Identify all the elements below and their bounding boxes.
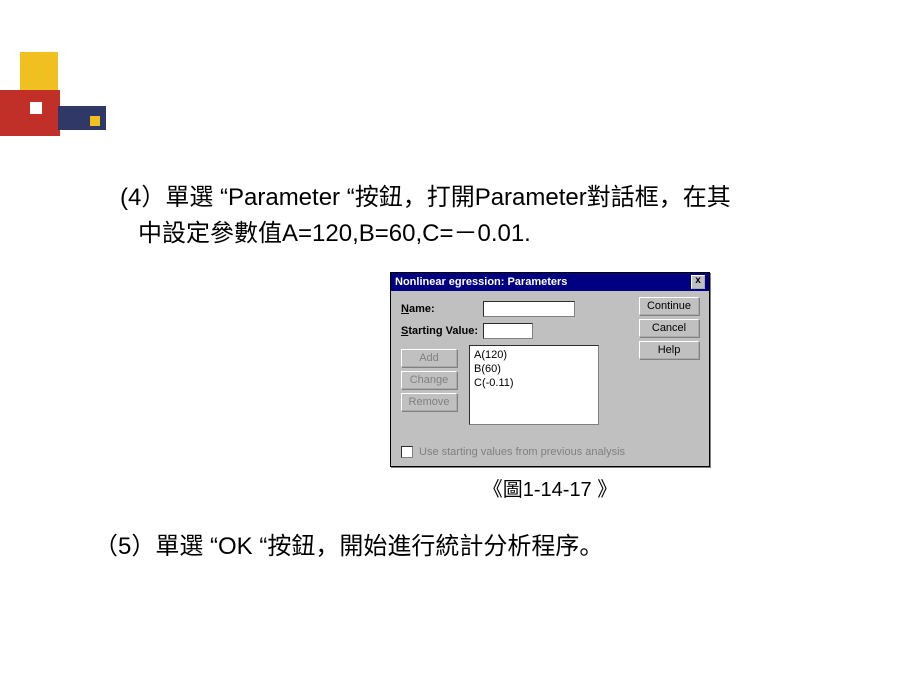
checkbox-icon[interactable] — [401, 446, 413, 458]
paragraph-4: (4）單選 “Parameter “按鈕，打開Parameter對話框，在其 中… — [120, 180, 900, 252]
figure-caption: 《圖1-14-17 》 — [200, 473, 900, 502]
close-icon[interactable]: x — [691, 275, 705, 289]
continue-button[interactable]: Continue — [639, 297, 699, 315]
help-button[interactable]: Help — [639, 341, 699, 359]
list-item[interactable]: B(60) — [474, 362, 594, 376]
name-label: Name: — [401, 303, 483, 315]
dialog-titlebar: Nonlinear egression: Parameters x — [391, 273, 709, 291]
change-button[interactable]: Change — [401, 371, 457, 389]
list-item[interactable]: C(-0.11) — [474, 376, 594, 390]
checkbox-label: Use starting values from previous analys… — [419, 446, 625, 458]
use-previous-checkbox-row[interactable]: Use starting values from previous analys… — [401, 446, 625, 458]
name-input[interactable] — [483, 301, 575, 317]
starting-value-input[interactable] — [483, 323, 533, 339]
parameters-listbox[interactable]: A(120) B(60) C(-0.11) — [469, 345, 599, 425]
dialog-title: Nonlinear egression: Parameters — [395, 273, 567, 291]
list-item[interactable]: A(120) — [474, 348, 594, 362]
paragraph-5: （5）單選 “OK “按鈕，開始進行統計分析程序。 — [94, 526, 900, 561]
slide-corner-decoration — [0, 42, 140, 152]
add-button[interactable]: Add — [401, 349, 457, 367]
cancel-button[interactable]: Cancel — [639, 319, 699, 337]
para4-line2: 中設定參數值A=120,B=60,C=－0.01. — [120, 216, 531, 252]
starting-value-label: Starting Value: — [401, 325, 483, 337]
remove-button[interactable]: Remove — [401, 393, 457, 411]
slide-content: (4）單選 “Parameter “按鈕，打開Parameter對話框，在其 中… — [120, 180, 900, 561]
parameters-dialog: Nonlinear egression: Parameters x Name: … — [390, 272, 710, 467]
para4-line1: (4）單選 “Parameter “按鈕，打開Parameter對話框，在其 — [120, 184, 731, 211]
